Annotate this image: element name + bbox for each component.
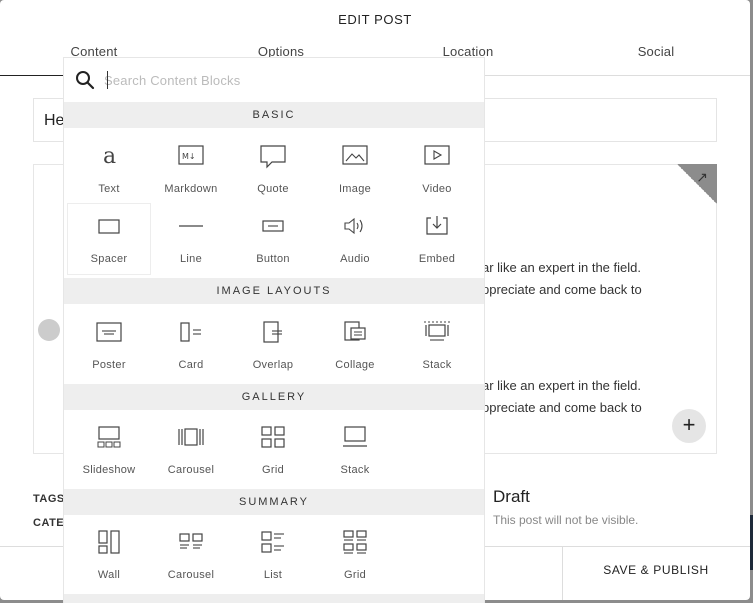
block-label: Text <box>98 183 120 195</box>
quote-icon <box>260 145 286 169</box>
block-embed[interactable]: Embed <box>396 204 478 274</box>
block-label: Overlap <box>252 359 294 371</box>
search-input[interactable] <box>104 69 464 91</box>
block-label: Slideshow <box>82 464 136 476</box>
collage-icon <box>344 321 366 341</box>
section-header-summary: SUMMARY <box>64 489 484 515</box>
block-line[interactable]: Line <box>150 204 232 274</box>
block-quote[interactable]: Quote <box>232 134 314 204</box>
image-icon <box>342 145 368 165</box>
block-poster[interactable]: Poster <box>68 310 150 380</box>
body-line: ppreciate and come back to <box>482 400 642 415</box>
embed-icon <box>426 216 448 235</box>
block-markdown[interactable]: M↓ Markdown <box>150 134 232 204</box>
block-video[interactable]: Video <box>396 134 478 204</box>
block-gallery-stack[interactable]: Stack <box>314 415 396 485</box>
section-header-image-layouts: IMAGE LAYOUTS <box>64 278 484 304</box>
block-stack[interactable]: Stack <box>396 310 478 380</box>
block-label: Stack <box>422 359 452 371</box>
block-list[interactable]: List <box>232 520 314 590</box>
button-icon <box>262 220 284 232</box>
block-summary-grid[interactable]: Grid <box>314 520 396 590</box>
summary-grid-icon <box>343 530 367 554</box>
block-card[interactable]: Card <box>150 310 232 380</box>
section-header-gallery: GALLERY <box>64 384 484 410</box>
slideshow-icon <box>97 426 121 448</box>
gallery-stack-icon <box>343 426 367 447</box>
block-label: Grid <box>344 569 366 581</box>
body-line: ppreciate and come back to <box>482 282 642 297</box>
search-row <box>64 58 484 102</box>
block-label: Grid <box>262 464 284 476</box>
post-status-description: This post will not be visible. <box>493 513 639 527</box>
block-label: Stack <box>340 464 370 476</box>
search-icon <box>76 71 95 90</box>
block-grid[interactable]: Grid <box>232 415 314 485</box>
carousel-icon <box>178 428 204 446</box>
block-audio[interactable]: Audio <box>314 204 396 274</box>
block-text[interactable]: a Text <box>68 134 150 204</box>
body-line: ar like an expert in the field. <box>482 260 641 275</box>
poster-icon <box>96 322 122 342</box>
add-block-button[interactable]: + <box>672 409 706 443</box>
dialog-title: EDIT POST <box>338 12 412 27</box>
spacer-icon <box>98 219 120 234</box>
block-label: Markdown <box>164 183 218 195</box>
grid-icon <box>261 426 285 448</box>
svg-text:a: a <box>103 144 116 169</box>
expand-icon[interactable]: ↗ <box>696 169 708 186</box>
block-label: Collage <box>335 359 375 371</box>
wall-icon <box>98 530 120 554</box>
block-label: Image <box>338 183 372 195</box>
block-label: Spacer <box>90 253 128 265</box>
block-label: Embed <box>418 253 456 265</box>
overlap-icon <box>263 321 282 343</box>
tab-social[interactable]: Social <box>562 44 750 59</box>
block-label: Audio <box>340 253 370 265</box>
insert-point-handle[interactable] <box>38 319 60 341</box>
block-label: Video <box>422 183 452 195</box>
block-label: Card <box>178 359 204 371</box>
block-label: Button <box>256 253 290 265</box>
picker-bottom-edge <box>64 594 484 603</box>
tab-location[interactable]: Location <box>374 44 562 59</box>
block-collage[interactable]: Collage <box>314 310 396 380</box>
list-icon <box>261 531 284 553</box>
block-label: Quote <box>257 183 289 195</box>
text-icon: a <box>103 144 116 169</box>
block-carousel[interactable]: Carousel <box>150 415 232 485</box>
block-slideshow[interactable]: Slideshow <box>68 415 150 485</box>
block-overlap[interactable]: Overlap <box>232 310 314 380</box>
tags-label: TAGS <box>33 493 65 505</box>
summary-carousel-icon <box>179 533 203 549</box>
video-icon <box>424 145 450 165</box>
section-header-basic: BASIC <box>64 102 484 128</box>
line-icon <box>179 225 203 227</box>
block-button[interactable]: Button <box>232 204 314 274</box>
post-title-value: He <box>44 112 65 129</box>
body-line: ar like an expert in the field. <box>482 378 641 393</box>
tab-options[interactable]: Options <box>187 44 375 59</box>
markdown-icon: M↓ <box>178 145 204 165</box>
stack-icon <box>424 321 450 341</box>
post-status-title[interactable]: Draft <box>493 487 530 507</box>
block-label: Poster <box>92 359 126 371</box>
block-summary-carousel[interactable]: Carousel <box>150 520 232 590</box>
block-spacer[interactable]: Spacer <box>68 204 150 274</box>
block-label: Wall <box>97 569 121 581</box>
block-label: List <box>263 569 283 581</box>
audio-icon <box>344 217 363 235</box>
block-label: Carousel <box>167 464 215 476</box>
block-label: Line <box>180 253 202 265</box>
content-block-picker: BASIC a Text M↓ Markdown Quote Image Vid… <box>64 58 484 603</box>
block-image[interactable]: Image <box>314 134 396 204</box>
svg-text:M↓: M↓ <box>182 152 196 161</box>
block-label: Carousel <box>167 569 215 581</box>
card-icon <box>180 322 201 342</box>
text-cursor <box>107 71 108 89</box>
save-publish-button[interactable]: SAVE & PUBLISH <box>562 563 750 577</box>
block-wall[interactable]: Wall <box>68 520 150 590</box>
